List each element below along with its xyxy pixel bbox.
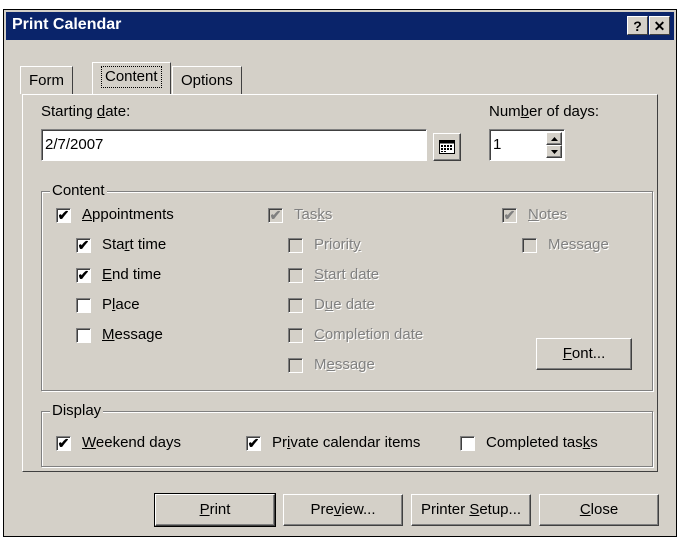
private-items-label: Private calendar items: [272, 434, 421, 451]
completed-tasks-checkbox[interactable]: [460, 436, 475, 451]
completed-tasks-label: Completed tasks: [486, 434, 598, 451]
due-date-label: Due date: [314, 296, 375, 313]
notes-label: Notes: [528, 206, 568, 223]
display-groupbox: Display ✔ Weekend days ✔ Private calenda…: [41, 402, 653, 467]
start-date-label: Start date: [314, 266, 380, 283]
print-calendar-dialog: Print Calendar ? ✕ Form Content Options …: [3, 9, 677, 537]
start-time-checkbox[interactable]: ✔: [76, 238, 91, 253]
content-tab-panel: Starting date: 2/7/2007 Number of days: …: [22, 94, 658, 472]
number-of-days-label: Number of days:: [489, 103, 600, 120]
appointment-message-checkbox[interactable]: [76, 328, 91, 343]
tab-options-label: Options: [181, 72, 233, 89]
tasks-checkbox: ✔: [268, 207, 283, 223]
font-button[interactable]: Font...: [536, 338, 632, 370]
display-group-label: Display: [50, 402, 104, 419]
place-checkbox[interactable]: [76, 298, 91, 313]
preview-button[interactable]: Preview...: [283, 494, 403, 526]
task-message-label: Message: [314, 356, 375, 373]
close-button[interactable]: Close: [539, 494, 659, 526]
print-button[interactable]: Print: [154, 493, 276, 527]
appointment-message-label: Message: [102, 326, 163, 343]
appointments-checkbox[interactable]: ✔: [56, 208, 71, 223]
content-groupbox: Content ✔ Appointments ✔ Start time ✔ En…: [41, 182, 653, 391]
tab-content[interactable]: Content: [92, 62, 171, 94]
end-time-label: End time: [102, 266, 162, 283]
calendar-icon: [439, 140, 455, 154]
completion-date-checkbox: [288, 328, 303, 343]
priority-label: Priority: [314, 236, 361, 253]
tab-options[interactable]: Options: [172, 66, 242, 94]
start-date-checkbox: [288, 268, 303, 283]
weekend-days-checkbox[interactable]: ✔: [56, 436, 71, 451]
start-time-label: Start time: [102, 236, 167, 253]
end-time-checkbox[interactable]: ✔: [76, 268, 91, 283]
weekend-days-label: Weekend days: [82, 434, 181, 451]
spin-down-button[interactable]: [546, 145, 562, 158]
completion-date-label: Completion date: [314, 326, 424, 343]
due-date-checkbox: [288, 298, 303, 313]
printer-setup-button[interactable]: Printer Setup...: [411, 494, 531, 526]
notes-checkbox: ✔: [502, 207, 517, 223]
number-of-days-spinner[interactable]: 1: [489, 129, 565, 161]
window-title: Print Calendar: [12, 16, 122, 33]
place-label: Place: [102, 296, 140, 313]
private-items-checkbox[interactable]: ✔: [246, 436, 261, 451]
appointments-label: Appointments: [82, 206, 174, 223]
notes-message-checkbox: [522, 238, 537, 253]
starting-date-value: 2/7/2007: [45, 136, 104, 153]
close-window-button[interactable]: ✕: [649, 16, 670, 35]
arrow-up-icon: [551, 137, 558, 141]
arrow-down-icon: [551, 150, 558, 154]
number-of-days-value: 1: [493, 136, 502, 153]
date-picker-button[interactable]: [433, 133, 461, 161]
help-button[interactable]: ?: [627, 16, 648, 35]
notes-message-label: Message: [548, 236, 609, 253]
content-group-label: Content: [50, 182, 107, 199]
tasks-label: Tasks: [294, 206, 333, 223]
task-message-checkbox: [288, 358, 303, 373]
priority-checkbox: [288, 238, 303, 253]
tab-content-label: Content: [101, 66, 162, 88]
title-bar: Print Calendar ? ✕: [6, 12, 674, 40]
starting-date-label: Starting date:: [41, 103, 131, 120]
tab-form-label: Form: [29, 72, 64, 89]
starting-date-input[interactable]: 2/7/2007: [41, 129, 427, 161]
tab-form[interactable]: Form: [20, 66, 73, 94]
spin-up-button[interactable]: [546, 132, 562, 145]
